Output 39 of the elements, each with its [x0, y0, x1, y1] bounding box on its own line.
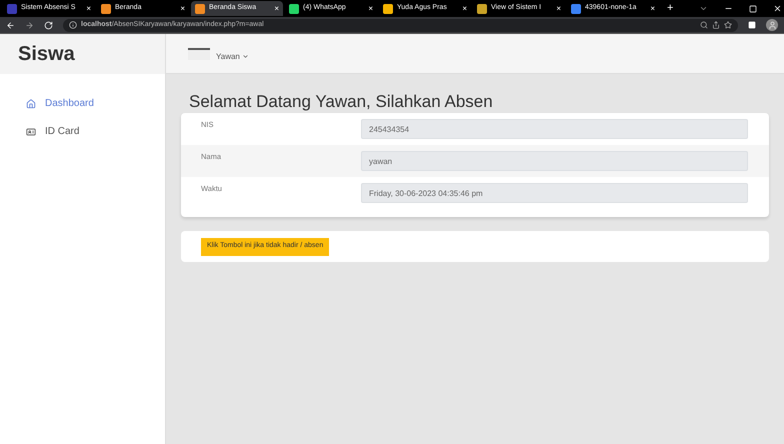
tab-icon	[383, 4, 393, 14]
tab-icon	[571, 4, 581, 14]
chevron-icon	[242, 53, 249, 60]
back-icon[interactable]	[6, 20, 15, 30]
info-icon	[69, 21, 77, 29]
zoom-icon[interactable]	[700, 21, 708, 29]
close-icon[interactable]	[773, 4, 782, 13]
share-icon[interactable]	[712, 21, 720, 29]
tab-close[interactable]: ×	[462, 2, 467, 14]
sidebar-item[interactable]: ID Card	[26, 124, 165, 139]
tab-list-icon[interactable]	[699, 4, 708, 13]
id-card-icon	[26, 126, 36, 136]
tab-close[interactable]: ×	[368, 2, 373, 14]
tab-icon	[101, 4, 111, 14]
user-avatar	[188, 48, 210, 60]
field-input[interactable]: 245434354	[361, 119, 748, 139]
tab-close[interactable]: ×	[650, 2, 655, 14]
brand-title: Siswa	[18, 42, 75, 67]
welcome-heading: Selamat Datang Yawan, Silahkan Absen	[188, 92, 494, 112]
forward-icon[interactable]	[25, 20, 34, 30]
tab-close[interactable]: ×	[274, 2, 279, 14]
field-input[interactable]: Friday, 30-06-2023 04:35:46 pm	[361, 183, 748, 203]
sidebar-icon[interactable]	[748, 21, 756, 29]
field-input[interactable]: yawan	[361, 151, 748, 171]
user-menu[interactable]: Yawan	[216, 50, 249, 62]
tab-close[interactable]: ×	[86, 2, 91, 14]
tab-icon	[289, 4, 299, 14]
tab-close[interactable]: ×	[556, 2, 561, 14]
tab-icon	[195, 4, 205, 14]
tab-close[interactable]: ×	[180, 2, 185, 14]
profile-avatar[interactable]	[766, 19, 778, 31]
bookmark-icon[interactable]	[724, 21, 732, 29]
home-icon	[26, 98, 36, 108]
reload-icon[interactable]	[44, 20, 53, 30]
new-tab-button[interactable]: +	[661, 0, 680, 17]
maximize-icon[interactable]	[749, 4, 757, 12]
tab-icon	[7, 4, 17, 14]
sidebar-item[interactable]: Dashboard	[26, 96, 165, 111]
tab-icon	[477, 4, 487, 14]
